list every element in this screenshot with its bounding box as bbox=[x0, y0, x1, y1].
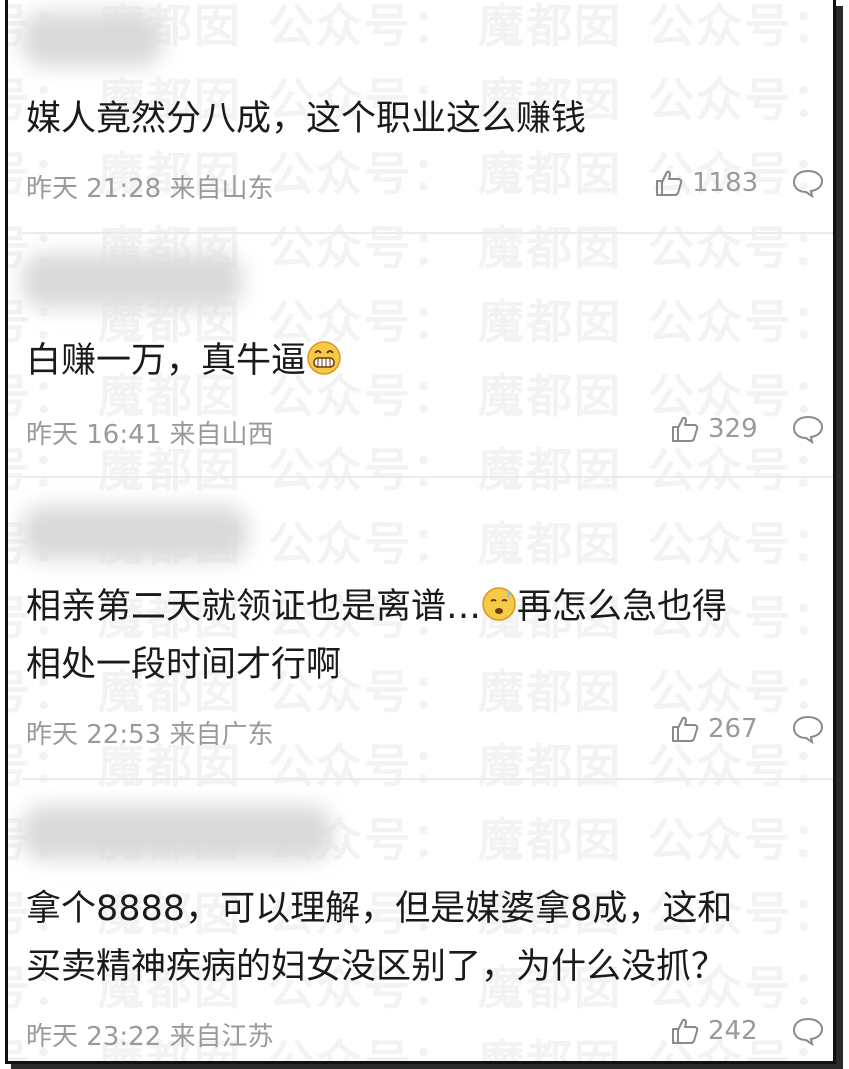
comment-text-content: 白赚一万，真牛逼 bbox=[26, 341, 307, 381]
comment-list: 公众号： 魔都囡公众号： 魔都囡公众号： 魔都囡公众号： 魔都囡公众号： 魔都囡… bbox=[5, 0, 836, 1064]
like-button[interactable]: 1183 bbox=[654, 168, 758, 198]
like-button[interactable]: 329 bbox=[670, 414, 758, 444]
comment-text-line2: 相处一段时间才行啊 bbox=[26, 645, 342, 685]
grin-emoji-icon bbox=[307, 341, 341, 375]
comment-text: 媒人竟然分八成，这个职业这么赚钱 bbox=[26, 99, 587, 139]
avatar-username-blurred[interactable] bbox=[22, 254, 242, 308]
thumbs-up-icon bbox=[656, 170, 683, 196]
frame-shadow bbox=[11, 1064, 843, 1069]
avatar-username-blurred[interactable] bbox=[22, 806, 332, 860]
thumbs-up-icon bbox=[672, 416, 699, 442]
comment-item: 白赚一万，真牛逼 昨天 16:41 来自山西 329 bbox=[8, 234, 833, 478]
comment-meta: 昨天 21:28 来自山东 bbox=[26, 174, 274, 204]
comment-text: 白赚一万，真牛逼 bbox=[26, 332, 342, 390]
comment-text-line2: 买卖精神疾病的妇女没区别了，为什么没抓？ bbox=[26, 947, 727, 987]
reply-icon[interactable] bbox=[792, 414, 824, 444]
thumbs-up-icon bbox=[672, 716, 699, 742]
thumbs-up-icon bbox=[672, 1018, 699, 1044]
reply-icon[interactable] bbox=[792, 1016, 824, 1046]
comment-text: 相亲第二天就领证也是离谱… 再怎么急也得 bbox=[26, 578, 727, 636]
like-button[interactable]: 242 bbox=[670, 1016, 758, 1046]
comment-text-part2: 再怎么急也得 bbox=[517, 587, 728, 627]
like-count: 329 bbox=[708, 414, 758, 444]
like-count: 242 bbox=[708, 1016, 758, 1046]
like-button[interactable]: 267 bbox=[670, 714, 758, 744]
comment-text: 拿个8888，可以理解，但是媒婆拿8成，这和 bbox=[26, 889, 733, 929]
comment-meta: 昨天 22:53 来自广东 bbox=[26, 720, 274, 750]
frame-shadow bbox=[836, 6, 843, 1069]
comment-item: 相亲第二天就领证也是离谱… 再怎么急也得 相处一段时间才行啊 昨天 22:53 来… bbox=[8, 478, 833, 780]
avatar-username-blurred[interactable] bbox=[22, 12, 162, 66]
comment-meta: 昨天 16:41 来自山西 bbox=[26, 420, 274, 450]
like-count: 1183 bbox=[692, 168, 759, 198]
comment-item: 媒人竟然分八成，这个职业这么赚钱 昨天 21:28 来自山东 1183 bbox=[8, 0, 833, 234]
avatar-username-blurred[interactable] bbox=[22, 506, 247, 560]
like-count: 267 bbox=[708, 714, 758, 744]
comment-item: 拿个8888，可以理解，但是媒婆拿8成，这和 买卖精神疾病的妇女没区别了，为什么… bbox=[8, 780, 833, 1061]
reply-icon[interactable] bbox=[792, 714, 824, 744]
reply-icon[interactable] bbox=[792, 168, 824, 198]
comment-text-part1: 相亲第二天就领证也是离谱… bbox=[26, 587, 482, 627]
sweat-emoji-icon bbox=[482, 587, 516, 621]
comment-meta: 昨天 23:22 来自江苏 bbox=[26, 1022, 274, 1052]
